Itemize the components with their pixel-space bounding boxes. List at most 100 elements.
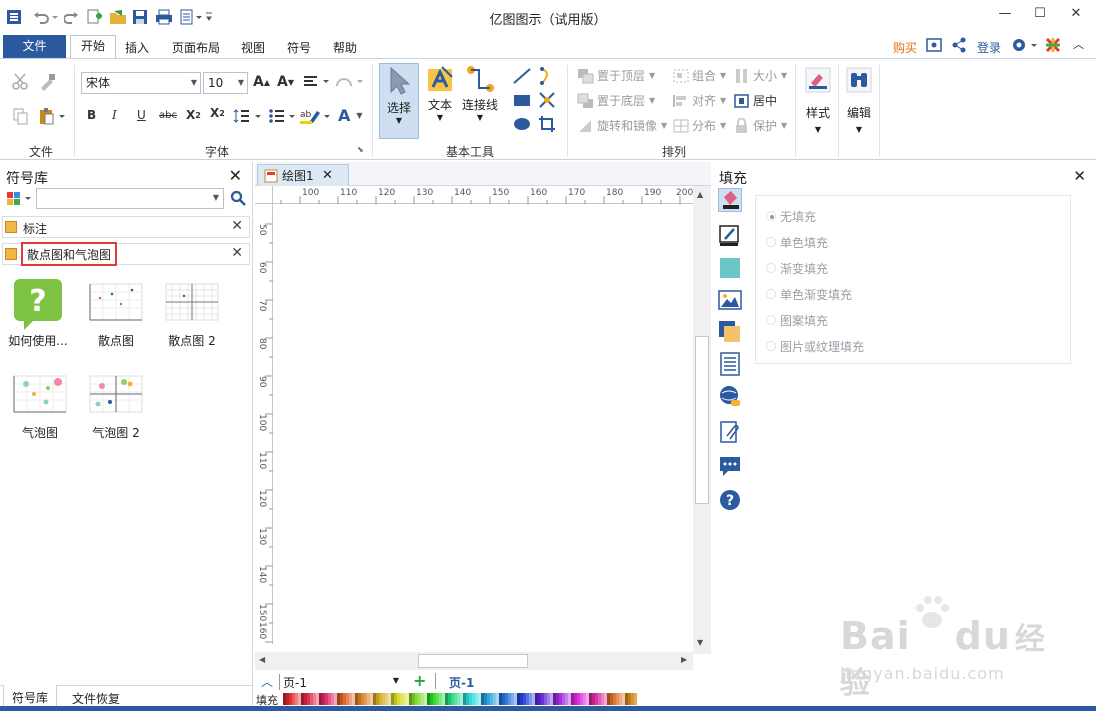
symbol-scatter-2[interactable]: 散点图 2 xyxy=(154,278,230,349)
page-tab[interactable]: 页-1 xyxy=(449,674,474,691)
fill-option-single-gradient[interactable]: 单色渐变填充 xyxy=(766,286,852,303)
buy-link[interactable]: 购买 xyxy=(893,39,917,56)
edit-button[interactable]: 编辑 ▼ xyxy=(842,67,876,134)
tab-help[interactable]: 帮助 xyxy=(333,39,357,56)
scroll-left-icon[interactable]: ◀ xyxy=(259,655,265,664)
rectangle-tool-icon[interactable] xyxy=(513,92,531,108)
select-tool-button[interactable]: 选择 ▼ xyxy=(379,63,419,139)
radio-button[interactable] xyxy=(766,211,776,221)
horizontal-scrollbar[interactable]: ◀ ▶ xyxy=(255,652,693,670)
login-link[interactable]: 登录 xyxy=(977,39,1001,56)
theme-icon[interactable] xyxy=(1045,37,1061,56)
distribute-button[interactable]: 分布 ▼ xyxy=(672,117,726,134)
line-jump-icon[interactable] xyxy=(335,74,365,90)
send-to-back-button[interactable]: 置于底层 ▼ xyxy=(577,92,655,109)
align-button[interactable]: 对齐 ▼ xyxy=(672,92,726,109)
fill-option-solid[interactable]: 单色填充 xyxy=(766,234,828,251)
vertical-scrollbar[interactable]: ▲ ▼ xyxy=(693,186,711,654)
tab-file-recovery[interactable]: 文件恢复 xyxy=(72,690,120,707)
radio-button[interactable] xyxy=(766,315,776,325)
share-icon[interactable] xyxy=(951,37,967,56)
cut-icon[interactable] xyxy=(12,73,30,91)
bring-to-front-button[interactable]: 置于顶层 ▼ xyxy=(577,67,655,84)
shrink-font-icon[interactable]: A ▼ xyxy=(277,74,294,90)
paste-icon[interactable] xyxy=(38,107,68,125)
library-item-callout[interactable]: 标注 ✕ xyxy=(2,216,250,238)
bold-button[interactable]: B xyxy=(87,108,96,122)
search-icon[interactable] xyxy=(230,190,246,209)
file-menu-tab[interactable]: 文件 xyxy=(3,35,66,58)
fill-option-picture-texture[interactable]: 图片或纹理填充 xyxy=(766,338,864,355)
radio-button[interactable] xyxy=(766,289,776,299)
tab-symbols[interactable]: 符号 xyxy=(287,39,311,56)
document-tab[interactable]: 绘图1 ✕ xyxy=(257,164,349,186)
line-tool-icon[interactable] xyxy=(512,67,532,85)
color-swatch[interactable] xyxy=(634,693,637,705)
fill-option-none[interactable]: 无填充 xyxy=(766,208,816,225)
tab-insert[interactable]: 插入 xyxy=(125,39,149,56)
style-button[interactable]: 样式 ▼ xyxy=(801,67,835,134)
connector-tool-button[interactable]: 连接线 ▼ xyxy=(460,65,500,122)
ellipse-tool-icon[interactable] xyxy=(513,116,531,132)
color-swatches[interactable] xyxy=(283,693,637,705)
paragraph-align-icon[interactable] xyxy=(303,74,331,90)
format-painter-icon[interactable] xyxy=(38,73,56,91)
share-window-icon[interactable] xyxy=(926,37,942,56)
close-icon[interactable]: ✕ xyxy=(231,218,243,234)
arc-tool-icon[interactable] xyxy=(538,67,556,85)
scrollbar-thumb[interactable] xyxy=(418,654,528,668)
font-size-select[interactable]: 10 ▼ xyxy=(203,72,248,94)
scroll-right-icon[interactable]: ▶ xyxy=(681,655,687,664)
text-highlight-icon[interactable]: ab xyxy=(300,108,332,124)
crop-tool-icon[interactable] xyxy=(538,115,556,133)
protect-button[interactable]: 保护 ▼ xyxy=(733,117,787,134)
rotate-mirror-button[interactable]: 旋转和镜像 ▼ xyxy=(577,117,667,134)
library-menu-icon[interactable] xyxy=(6,190,34,209)
text-tool-button[interactable]: 文本 ▼ xyxy=(421,65,459,122)
close-icon[interactable]: ✕ xyxy=(229,166,242,185)
size-button[interactable]: 大小 ▼ xyxy=(733,67,787,84)
fill-option-gradient[interactable]: 渐变填充 xyxy=(766,260,828,277)
search-input[interactable]: ▼ xyxy=(36,188,224,209)
radio-button[interactable] xyxy=(766,341,776,351)
tab-view[interactable]: 视图 xyxy=(241,39,265,56)
close-button[interactable]: ✕ xyxy=(1066,6,1086,24)
scroll-down-icon[interactable]: ▼ xyxy=(697,638,703,647)
font-dialog-launcher-icon[interactable]: ⬊ xyxy=(357,145,364,154)
copy-icon[interactable] xyxy=(12,107,30,125)
symbol-scatter[interactable]: 散点图 xyxy=(78,278,154,349)
strikethrough-button[interactable]: abc xyxy=(159,110,177,121)
line-spacing-icon[interactable] xyxy=(233,108,263,124)
maximize-button[interactable]: ☐ xyxy=(1030,6,1050,24)
close-icon[interactable]: ✕ xyxy=(1073,167,1086,185)
radio-button[interactable] xyxy=(766,237,776,247)
close-icon[interactable]: ✕ xyxy=(231,245,243,261)
scroll-up-icon[interactable]: ▲ xyxy=(697,190,703,199)
grow-font-icon[interactable]: A ▲ xyxy=(253,74,270,90)
symbol-bubble[interactable]: 气泡图 xyxy=(2,370,78,441)
symbol-how-to-use[interactable]: ? 如何使用... xyxy=(0,278,76,349)
radio-button[interactable] xyxy=(766,263,776,273)
group-button[interactable]: 组合 ▼ xyxy=(672,67,726,84)
underline-button[interactable]: U xyxy=(137,108,146,122)
collapse-ribbon-icon[interactable]: ︿ xyxy=(1073,36,1084,52)
tab-home[interactable]: 开始 xyxy=(70,35,117,58)
tab-page-layout[interactable]: 页面布局 xyxy=(172,39,220,56)
italic-button[interactable]: I xyxy=(112,108,117,122)
library-item-scatter-bubble[interactable]: 散点图和气泡图 ✕ xyxy=(2,242,250,266)
subscript-button[interactable]: X2 xyxy=(186,108,201,122)
font-family-select[interactable]: 宋体 ▼ xyxy=(81,72,201,94)
close-icon[interactable]: ✕ xyxy=(322,165,333,187)
page-select[interactable]: 页-1 ▼ xyxy=(279,674,401,690)
font-color-icon[interactable]: A ▼ xyxy=(338,106,363,125)
center-button[interactable]: 居中 xyxy=(733,92,777,109)
bullet-list-icon[interactable] xyxy=(268,108,298,124)
scrollbar-thumb[interactable] xyxy=(695,336,709,504)
symbol-bubble-2[interactable]: 气泡图 2 xyxy=(78,370,154,441)
add-page-icon[interactable]: + xyxy=(413,671,426,690)
superscript-button[interactable]: X2 xyxy=(210,106,225,120)
fill-option-pattern[interactable]: 图案填充 xyxy=(766,312,828,329)
cross-point-icon[interactable] xyxy=(538,91,556,109)
settings-gear-icon[interactable] xyxy=(1011,37,1039,56)
drawing-page[interactable] xyxy=(273,204,693,644)
